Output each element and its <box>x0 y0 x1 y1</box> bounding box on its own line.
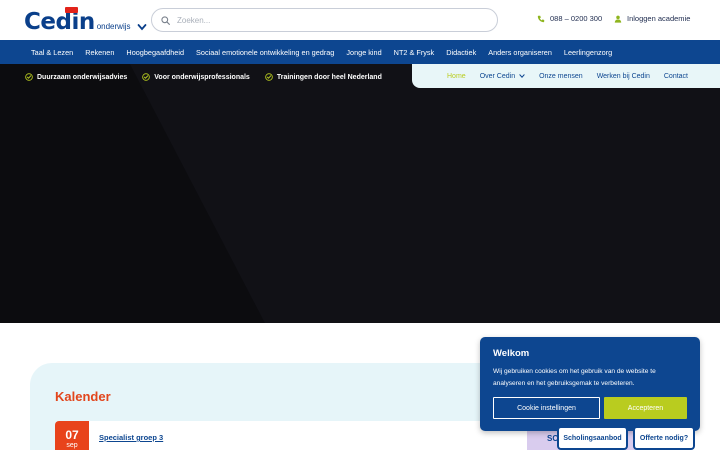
search-bar[interactable] <box>151 8 498 32</box>
nav-item-sociaal-emotioneel[interactable]: Sociaal emotionele ontwikkeling en gedra… <box>196 48 334 57</box>
usp-item: Duurzaam onderwijsadvies <box>25 73 127 81</box>
usp-list: Duurzaam onderwijsadvies Voor onderwijsp… <box>25 73 397 81</box>
event-title-link[interactable]: Specialist groep 3 <box>99 433 163 442</box>
subnav-contact[interactable]: Contact <box>664 73 688 80</box>
cookie-accept-button[interactable]: Accepteren <box>604 397 687 419</box>
subnav-werken-bij[interactable]: Werken bij Cedin <box>597 73 650 80</box>
cookie-title: Welkom <box>493 348 530 359</box>
usp-label: Duurzaam onderwijsadvies <box>37 73 128 81</box>
cookie-banner: Welkom Wij gebruiken cookies om het gebr… <box>480 337 700 431</box>
check-circle-icon <box>25 73 33 81</box>
usp-label: Voor onderwijsprofessionals <box>154 73 250 81</box>
quote-request-button[interactable]: Offerte nodig? <box>633 426 695 450</box>
login-academy-link[interactable]: Inloggen academie <box>614 14 690 23</box>
nav-item-jonge-kind[interactable]: Jonge kind <box>346 48 381 57</box>
usp-item: Voor onderwijsprofessionals <box>142 73 250 81</box>
logo-subtitle: onderwijs <box>96 22 131 31</box>
secondary-navigation: Home Over Cedin Onze mensen Werken bij C… <box>412 64 720 88</box>
search-icon <box>161 15 170 25</box>
phone-link[interactable]: 088 – 0200 300 <box>537 14 602 23</box>
login-label: Inloggen academie <box>627 14 691 23</box>
nav-item-nt2-frysk[interactable]: NT2 & Frysk <box>394 48 435 57</box>
logo-flag-mark <box>65 7 78 13</box>
cedin-logo[interactable]: Cedin onderwijs <box>24 7 147 35</box>
logo-wordmark: Cedin <box>24 9 95 35</box>
nav-item-rekenen[interactable]: Rekenen <box>85 48 114 57</box>
event-month: sep <box>66 442 78 449</box>
subnav-onze-mensen[interactable]: Onze mensen <box>539 73 583 80</box>
usp-label: Trainingen door heel Nederland <box>276 73 382 81</box>
cookie-settings-button[interactable]: Cookie instellingen <box>493 397 600 419</box>
event-day: 07 <box>65 428 79 442</box>
phone-icon <box>537 15 545 22</box>
hero-background-shading <box>0 64 265 323</box>
subnav-over-cedin[interactable]: Over Cedin <box>480 73 525 80</box>
subnav-over-cedin-label: Over Cedin <box>479 72 516 80</box>
usp-item: Trainingen door heel Nederland <box>265 73 382 81</box>
nav-item-taal-lezen[interactable]: Taal & Lezen <box>31 48 73 57</box>
nav-item-leerlingenzorg[interactable]: Leerlingenzorg <box>564 48 612 57</box>
nav-item-anders-organiseren[interactable]: Anders organiseren <box>488 48 552 57</box>
training-offer-button[interactable]: Scholingsaanbod <box>557 426 628 450</box>
event-date-badge: 07 sep <box>55 421 89 450</box>
hero-banner <box>0 64 720 323</box>
cookie-text: Wij gebruiken cookies om het gebruik van… <box>493 368 656 387</box>
phone-number: 088 – 0200 300 <box>550 14 603 23</box>
nav-item-hoogbegaafdheid[interactable]: Hoogbegaafdheid <box>126 48 184 57</box>
main-navigation: Taal & Lezen Rekenen Hoogbegaafdheid Soc… <box>0 40 720 64</box>
check-circle-icon <box>142 73 151 81</box>
chevron-down-icon <box>519 74 525 79</box>
top-header: Cedin onderwijs 088 – 0200 300 Inloggen … <box>0 0 720 40</box>
nav-item-didactiek[interactable]: Didactiek <box>446 48 476 57</box>
cookie-actions: Cookie instellingen Accepteren <box>493 397 687 419</box>
check-circle-icon <box>265 73 273 81</box>
user-icon <box>614 15 622 23</box>
subnav-home[interactable]: Home <box>447 73 466 80</box>
chevron-down-icon[interactable] <box>137 22 147 32</box>
search-input[interactable] <box>177 15 477 25</box>
calendar-title: Kalender <box>55 389 111 404</box>
